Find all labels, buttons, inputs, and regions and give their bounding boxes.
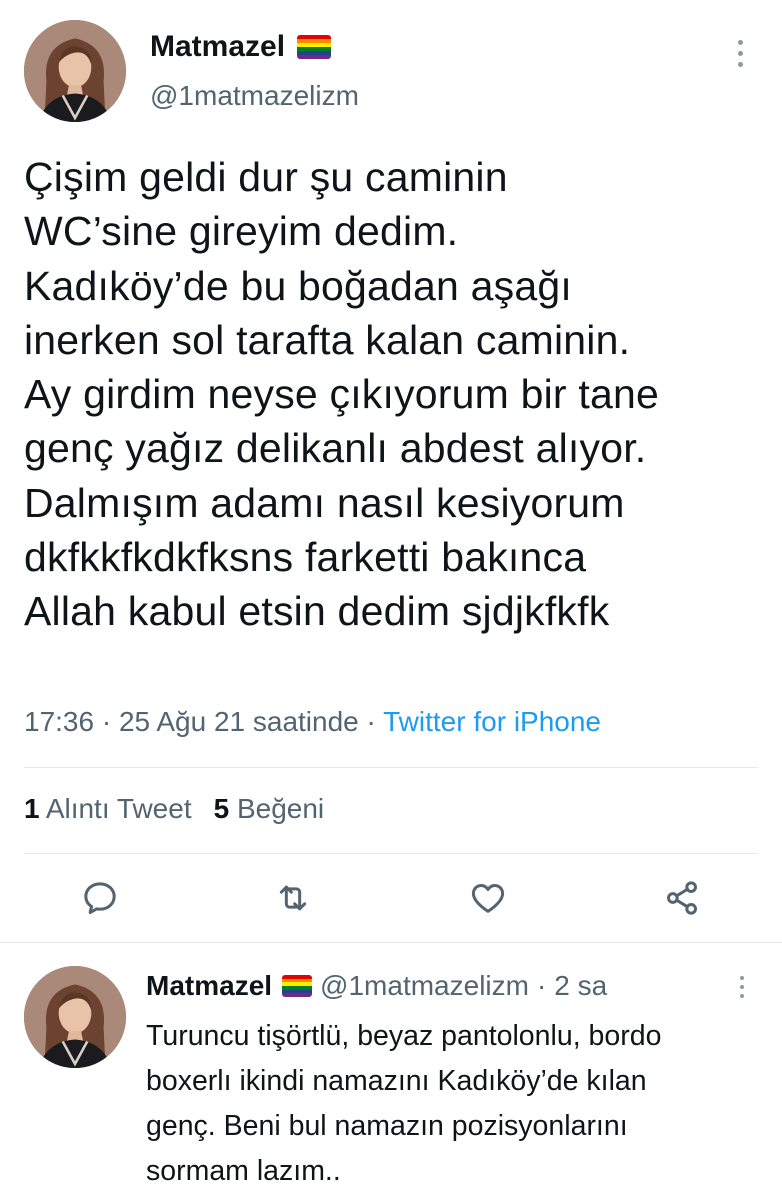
- separator-dot: ·: [101, 706, 112, 737]
- likes-count: 5: [213, 793, 230, 824]
- main-tweet: Matmazel @1matmazelizm Çişim geldi dur ş…: [0, 0, 782, 940]
- tweet-thread-screen: Matmazel @1matmazelizm Çişim geldi dur ş…: [0, 0, 782, 1200]
- tweet-text-line: dkfkkfkdkfksns farketti bakınca: [24, 534, 587, 581]
- tweet-time[interactable]: 17:36: [24, 706, 94, 737]
- author-name-row[interactable]: Matmazel: [150, 30, 332, 64]
- reply-text-line: Turuncu tişörtlü, beyaz pantolonlu, bord…: [146, 1020, 662, 1052]
- rainbow-flag-icon: [297, 35, 332, 59]
- reply-user-handle[interactable]: @1matmazelizm: [320, 970, 529, 1002]
- display-name[interactable]: Matmazel: [150, 30, 285, 64]
- avatar-portrait-image: [24, 20, 126, 122]
- tweet-date[interactable]: 25 Ağu 21 saatinde: [119, 706, 359, 737]
- tweet-text-line: WC’sine gireyim dedim.: [24, 208, 459, 255]
- reply-header: Matmazel @1matmazelizm · 2 sa: [146, 970, 607, 1002]
- likes-stat[interactable]: 5 Beğeni: [214, 793, 325, 824]
- tweet-text-line: inerken sol tarafta kalan caminin.: [24, 316, 631, 363]
- tweet-text-line: genç yağız delikanlı abdest alıyor.: [24, 425, 647, 472]
- user-handle[interactable]: @1matmazelizm: [150, 80, 359, 112]
- quote-tweets-stat[interactable]: 1 Alıntı Tweet: [24, 793, 192, 824]
- separator-dot: ·: [536, 970, 547, 1001]
- reply-text-line: boxerlı ikindi namazını Kadıköy’de kılan: [146, 1065, 647, 1097]
- tweet-text-line: Allah kabul etsin dedim sjdjkfkfk: [24, 588, 610, 635]
- avatar[interactable]: [24, 20, 126, 122]
- tweet-stats-row: 1 Alıntı Tweet 5 Beğeni: [24, 793, 324, 825]
- avatar-portrait-image: [24, 966, 126, 1068]
- likes-label: Beğeni: [236, 793, 325, 824]
- tweet-source-link[interactable]: Twitter for iPhone: [383, 706, 601, 737]
- reply-display-name[interactable]: Matmazel: [146, 970, 272, 1002]
- tweet-body: Çişim geldi dur şu caminin WC’sine girey…: [24, 150, 764, 639]
- retweet-icon[interactable]: [273, 878, 313, 918]
- tweet-separator: [0, 942, 782, 943]
- divider: [24, 853, 758, 854]
- tweet-text-line: Ay girdim neyse çıkıyorum bir tane: [24, 371, 659, 418]
- reply-text-line: genç. Beni bul namazın pozisyonlarını: [146, 1110, 628, 1142]
- tweet-text-line: Kadıköy’de bu boğadan aşağı: [24, 262, 572, 309]
- tweet-text-line: Dalmışım adamı nasıl kesiyorum: [24, 479, 625, 526]
- quote-count: 1: [24, 793, 40, 824]
- separator-dot: ·: [366, 706, 376, 737]
- reply-avatar[interactable]: [24, 966, 126, 1068]
- reply-more-options-icon[interactable]: [740, 976, 746, 998]
- reply-body: Turuncu tişörtlü, beyaz pantolonlu, bord…: [146, 1014, 766, 1194]
- like-icon[interactable]: [468, 878, 508, 918]
- reply-text-line: sormam lazım..: [146, 1155, 341, 1187]
- reply-time-ago[interactable]: 2 sa: [554, 970, 607, 1002]
- rainbow-flag-icon: [282, 975, 313, 997]
- tweet-timestamp-row: 17:36 · 25 Ağu 21 saatinde · Twitter for…: [24, 706, 601, 738]
- divider: [24, 767, 758, 768]
- tweet-text-line: Çişim geldi dur şu caminin: [24, 154, 508, 200]
- quote-label: Alıntı Tweet: [45, 793, 192, 824]
- share-icon[interactable]: [662, 878, 702, 918]
- reply-icon[interactable]: [80, 878, 120, 918]
- more-options-icon[interactable]: [738, 40, 744, 67]
